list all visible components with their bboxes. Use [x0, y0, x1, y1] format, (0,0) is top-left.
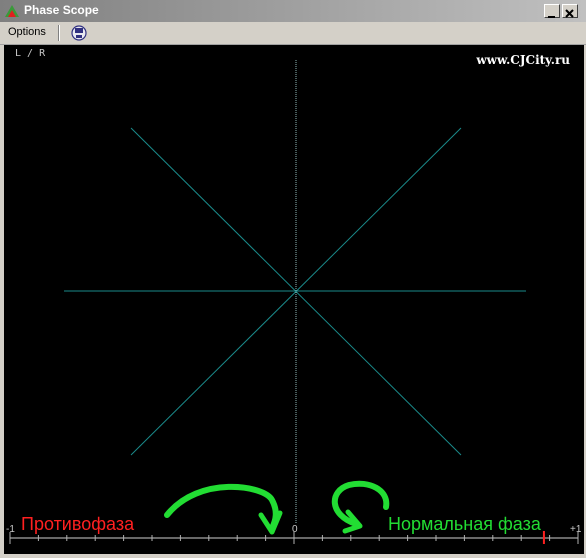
- minimize-icon: [548, 16, 555, 18]
- antiphase-annotation: Противофаза: [21, 514, 135, 534]
- menu-options[interactable]: Options: [8, 26, 46, 38]
- phase-scope-display: L / R www.CJCity.ru -1 0 +1 Противофаза …: [4, 45, 584, 554]
- close-icon: [565, 9, 574, 18]
- goniometer-grid: [9, 60, 579, 544]
- menu-bar: Options: [0, 22, 586, 45]
- app-icon: [5, 5, 19, 17]
- scale-max-label: +1: [570, 524, 582, 535]
- save-settings-icon[interactable]: [70, 24, 88, 42]
- minimize-button[interactable]: [544, 4, 560, 18]
- arrow-to-center-left-head: [258, 510, 283, 535]
- normal-phase-annotation: Нормальная фаза: [388, 514, 541, 534]
- window-title: Phase Scope: [24, 3, 99, 17]
- title-bar[interactable]: Phase Scope: [0, 0, 586, 22]
- arrow-to-normal-right: [331, 480, 390, 527]
- scale-min-label: -1: [6, 524, 15, 535]
- close-button[interactable]: [562, 4, 578, 18]
- scale-zero-label: 0: [292, 524, 298, 535]
- menu-separator: [58, 25, 60, 41]
- window-bottom-border: [0, 554, 586, 558]
- arrow-to-center-left: [164, 483, 279, 531]
- phase-scope-window: Phase Scope Options L / R www.CJCity.ru: [0, 0, 586, 558]
